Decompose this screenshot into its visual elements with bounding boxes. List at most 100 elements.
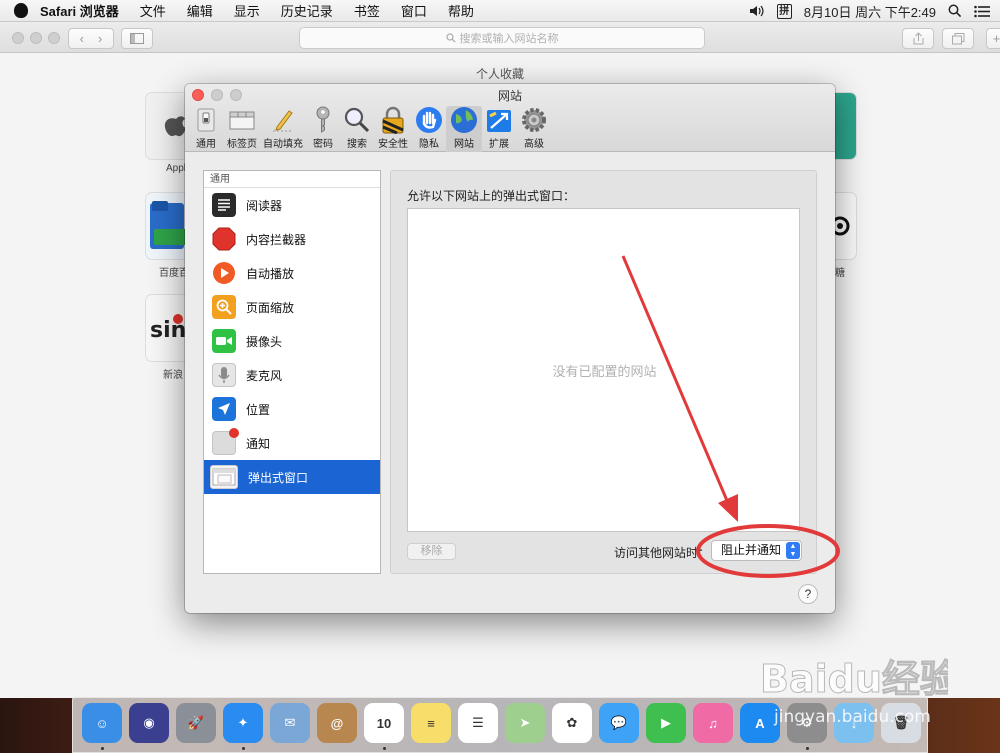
tab-security[interactable]: 安全性 xyxy=(375,106,411,152)
menu-edit[interactable]: 编辑 xyxy=(187,1,213,20)
safari-close-button[interactable] xyxy=(12,32,24,44)
back-chevron-icon[interactable]: ‹ xyxy=(80,31,84,46)
dock-safari-icon[interactable]: ✦ xyxy=(223,703,263,743)
sidebar-item-notifications[interactable]: 通知 xyxy=(204,426,380,460)
popup-window-icon xyxy=(210,465,238,489)
websites-sidebar: 通用 阅读器 内容拦截器 自动播放 页面缩放 摄像头 麦克风 位置 通知 弹出式… xyxy=(203,170,381,574)
menu-file[interactable]: 文件 xyxy=(140,1,166,20)
menu-view[interactable]: 显示 xyxy=(234,1,260,20)
dock-siri-icon[interactable]: ◉ xyxy=(129,703,169,743)
share-button[interactable] xyxy=(902,28,934,49)
puzzle-icon xyxy=(487,110,511,132)
dock-finder-icon[interactable]: ☺ xyxy=(82,703,122,743)
sidebar-item-label: 内容拦截器 xyxy=(246,232,307,247)
notification-center-icon[interactable] xyxy=(974,5,990,18)
sidebar-item-reader[interactable]: 阅读器 xyxy=(204,188,380,222)
tab-advanced[interactable]: 高级 xyxy=(516,106,552,152)
dock-running-indicator xyxy=(242,747,245,750)
camera-icon xyxy=(212,329,236,353)
menu-app-safari[interactable]: Safari 浏览器 xyxy=(40,1,119,20)
dock-messages-icon[interactable]: 💬 xyxy=(599,703,639,743)
menu-bookmarks[interactable]: 书签 xyxy=(354,1,380,20)
tab-overview-button[interactable] xyxy=(942,28,974,49)
stop-sign-icon xyxy=(212,227,236,251)
target-logo-icon xyxy=(830,216,850,236)
popup-settings-panel: 允许以下网站上的弹出式窗口： 没有已配置的网站 移除 访问其他网站时： 阻止并通… xyxy=(390,170,817,574)
sidebar-toggle-button[interactable] xyxy=(121,28,153,49)
favorite-right-2-label: 糖 xyxy=(835,268,845,279)
globe-icon xyxy=(451,107,477,133)
magnifier-icon xyxy=(344,107,370,133)
sidebar-icon xyxy=(130,33,144,44)
new-tab-button[interactable]: + xyxy=(986,28,1000,49)
apple-menu-icon[interactable] xyxy=(14,3,28,18)
remove-button[interactable]: 移除 xyxy=(407,543,456,560)
dock-mail-icon[interactable]: ✉ xyxy=(270,703,310,743)
sidebar-item-label: 页面缩放 xyxy=(246,300,295,315)
tab-websites[interactable]: 网站 xyxy=(446,106,482,152)
hand-icon xyxy=(416,107,442,133)
address-bar[interactable]: 搜索或输入网站名称 xyxy=(299,27,705,49)
back-forward-buttons[interactable]: ‹ › xyxy=(68,28,114,49)
volume-icon[interactable] xyxy=(749,4,765,18)
dock-reminders-icon[interactable]: ☰ xyxy=(458,703,498,743)
tabs-icon xyxy=(229,111,255,130)
tab-passwords[interactable]: 密码 xyxy=(305,106,341,152)
forward-chevron-icon[interactable]: › xyxy=(98,31,102,46)
favorite-right-1[interactable] xyxy=(834,93,856,159)
help-button[interactable]: ? xyxy=(798,584,818,604)
preferences-window: 网站 通用 标签页 自动填充 密码 搜索 安全性 隐私 网站 扩展 高级 通用 … xyxy=(185,84,835,613)
menu-window[interactable]: 窗口 xyxy=(401,1,427,20)
safari-zoom-button[interactable] xyxy=(48,32,60,44)
spotlight-icon[interactable] xyxy=(948,4,962,18)
sidebar-item-content-blockers[interactable]: 内容拦截器 xyxy=(204,222,380,256)
dock-launchpad-icon[interactable]: 🚀 xyxy=(176,703,216,743)
dock-calendar-icon[interactable]: 10 xyxy=(364,703,404,743)
microphone-icon xyxy=(212,363,236,387)
menu-history[interactable]: 历史记录 xyxy=(281,1,333,20)
sidebar-item-label: 麦克风 xyxy=(246,368,283,383)
sidebar-section-general: 通用 xyxy=(204,171,380,188)
dock-photos-icon[interactable]: ✿ xyxy=(552,703,592,743)
menu-help[interactable]: 帮助 xyxy=(448,1,474,20)
safari-minimize-button[interactable] xyxy=(30,32,42,44)
tab-privacy[interactable]: 隐私 xyxy=(411,106,447,152)
favorite-apple-label: Appl xyxy=(166,163,187,174)
dock-notes-icon[interactable]: ≡ xyxy=(411,703,451,743)
sidebar-item-location[interactable]: 位置 xyxy=(204,392,380,426)
tab-tabs[interactable]: 标签页 xyxy=(224,106,260,152)
sidebar-item-label: 通知 xyxy=(246,436,271,451)
menu-clock[interactable]: 8月10日 周六 下午2:49 xyxy=(804,2,936,21)
preferences-toolbar: 网站 通用 标签页 自动填充 密码 搜索 安全性 隐私 网站 扩展 高级 xyxy=(185,84,835,152)
other-sites-label: 访问其他网站时： xyxy=(614,546,711,560)
preferences-title: 网站 xyxy=(497,89,522,103)
input-method-icon[interactable]: 拼 xyxy=(776,3,792,19)
sidebar-item-autoplay[interactable]: 自动播放 xyxy=(204,256,380,290)
configured-sites-list[interactable]: 没有已配置的网站 xyxy=(407,208,800,532)
safari-toolbar: ‹ › 搜索或输入网站名称 + xyxy=(0,22,1000,53)
lock-icon xyxy=(382,106,404,134)
dock-contacts-icon[interactable]: @ xyxy=(317,703,357,743)
sidebar-item-camera[interactable]: 摄像头 xyxy=(204,324,380,358)
general-switch-icon xyxy=(197,108,215,132)
tab-extensions[interactable]: 扩展 xyxy=(481,106,517,152)
sidebar-item-microphone[interactable]: 麦克风 xyxy=(204,358,380,392)
sidebar-item-page-zoom[interactable]: 页面缩放 xyxy=(204,290,380,324)
zoom-icon xyxy=(212,295,236,319)
key-icon xyxy=(316,106,330,133)
sidebar-item-popup-windows[interactable]: 弹出式窗口 xyxy=(204,460,380,494)
dock-maps-icon[interactable]: ➤ xyxy=(505,703,545,743)
dock-running-indicator xyxy=(806,747,809,750)
sidebar-item-label: 位置 xyxy=(246,402,271,417)
sidebar-item-label: 自动播放 xyxy=(246,266,295,281)
tab-general[interactable]: 通用 xyxy=(188,106,224,152)
notification-icon xyxy=(212,428,239,455)
tab-autofill[interactable]: 自动填充 xyxy=(263,106,303,152)
sidebar-item-label: 阅读器 xyxy=(246,198,283,213)
dock-facetime-icon[interactable]: ▶ xyxy=(646,703,686,743)
favorite-right-2[interactable] xyxy=(830,193,856,259)
tab-search[interactable]: 搜索 xyxy=(339,106,375,152)
dock-itunes-icon[interactable]: ♫ xyxy=(693,703,733,743)
dock-running-indicator xyxy=(383,747,386,750)
other-sites-select[interactable]: 阻止并通知 ▲ ▼ xyxy=(711,540,802,561)
